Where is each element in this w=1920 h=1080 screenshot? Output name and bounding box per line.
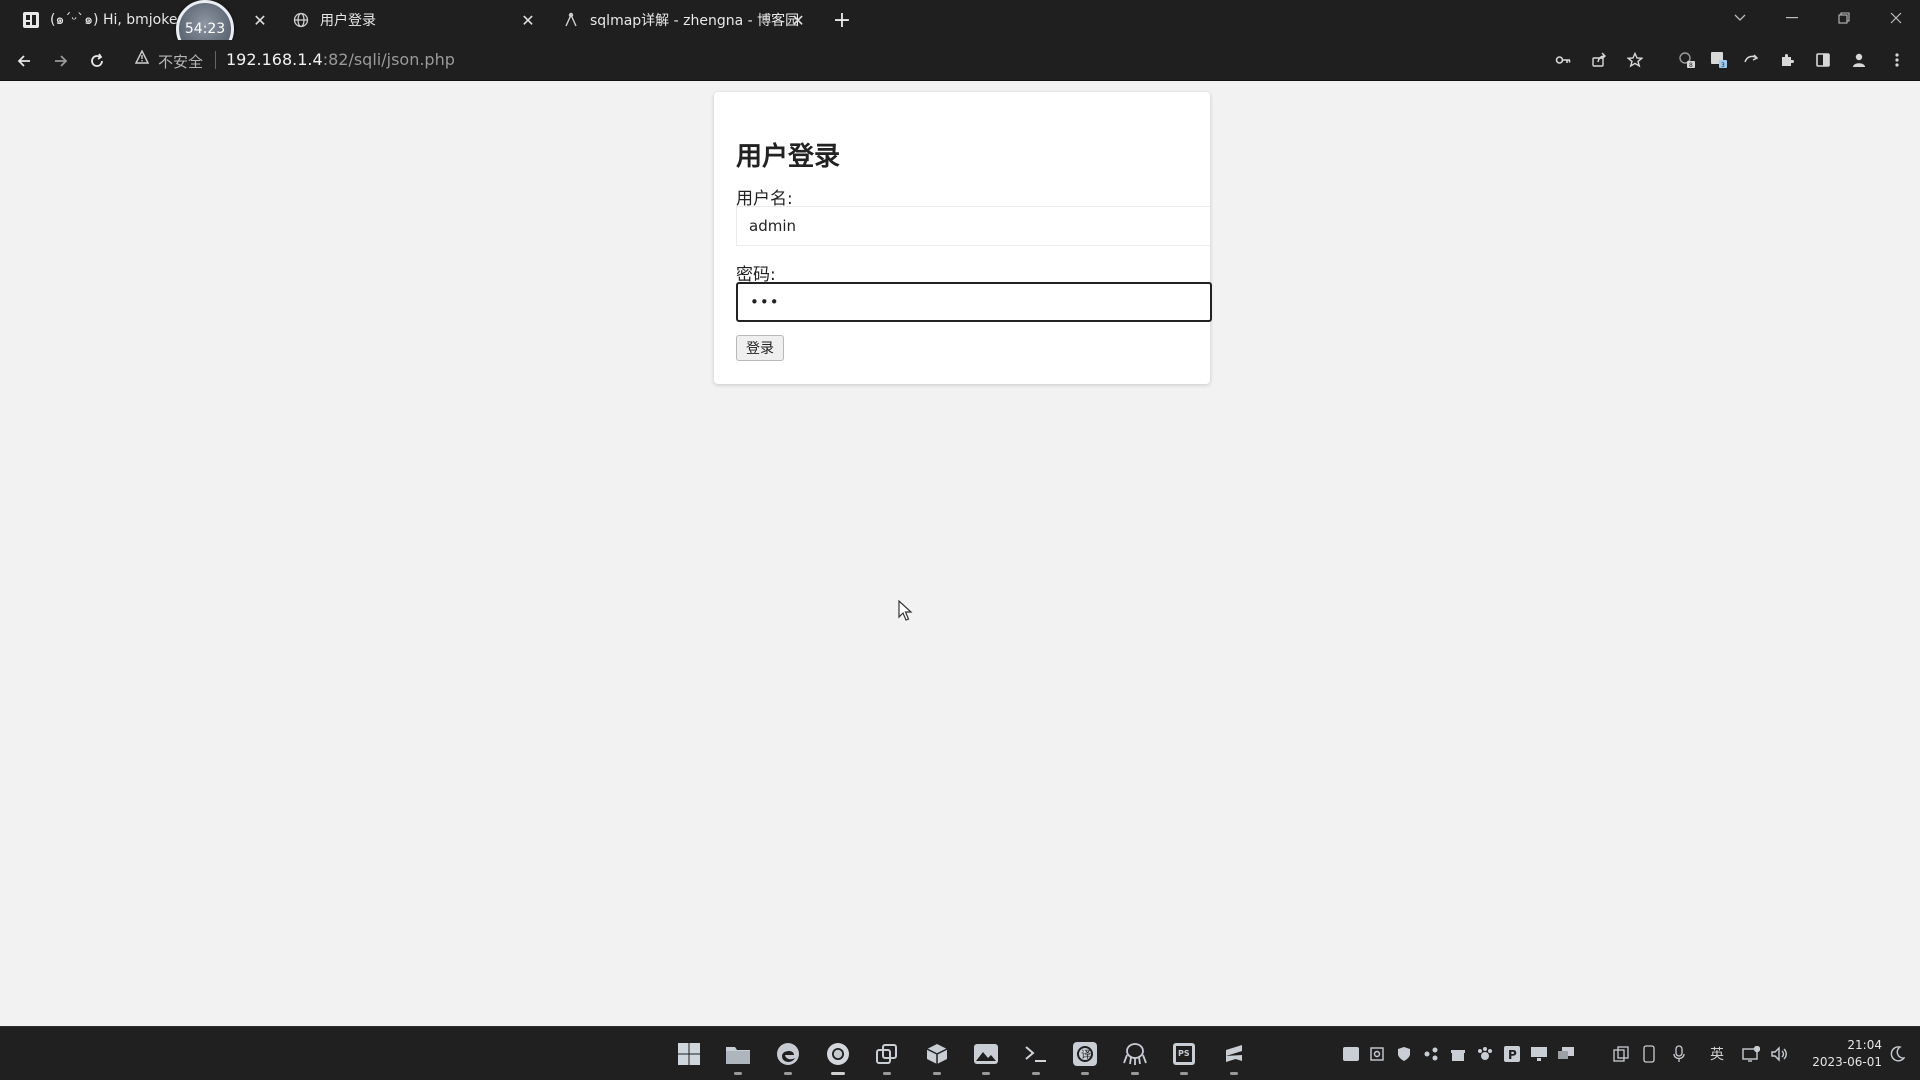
tab-sqlmap-article[interactable]: sqlmap详解 - zhengna - 博客园 ✕	[562, 0, 808, 40]
running-indicator	[1131, 1072, 1139, 1075]
address-bar[interactable]: 192.168.1.4:82/sqli/json.php	[226, 50, 455, 69]
browser-tab-strip: (๑´ᵕ`๑) Hi, bmjoker ✕ 54:23 用户登录 ✕ sqlma…	[0, 0, 1920, 58]
package-icon[interactable]	[922, 1039, 952, 1075]
tab-title: 用户登录	[320, 13, 376, 29]
tab-title: (๑´ᵕ`๑) Hi, bmjoker	[50, 12, 184, 28]
running-indicator	[1032, 1072, 1040, 1075]
reload-icon[interactable]	[84, 48, 110, 74]
login-card: 用户登录 用户名: 密码: 登录	[714, 92, 1212, 384]
svg-text:P: P	[1508, 1048, 1517, 1062]
tab-close-icon[interactable]: ✕	[518, 10, 538, 30]
new-tab-button[interactable]: +	[830, 8, 854, 33]
system-clock[interactable]: 21:04 2023-06-01	[1800, 1037, 1882, 1071]
chrome-icon[interactable]	[823, 1039, 853, 1075]
warning-icon[interactable]	[134, 49, 150, 65]
network-icon[interactable]	[1742, 1045, 1760, 1063]
bookmark-star-icon[interactable]	[1624, 49, 1646, 71]
tray-screenshot-icon[interactable]	[1368, 1045, 1386, 1063]
tray-remote-icon[interactable]	[1557, 1045, 1575, 1063]
extension-translate-icon[interactable]: 3	[1708, 49, 1730, 71]
notification-moon-icon[interactable]	[1888, 1045, 1906, 1063]
virtual-machine-icon[interactable]	[872, 1039, 902, 1075]
tray-phone-icon[interactable]	[1640, 1045, 1658, 1063]
running-indicator	[982, 1072, 990, 1075]
extensions-puzzle-icon[interactable]	[1776, 49, 1798, 71]
tray-photos-icon[interactable]	[1342, 1045, 1360, 1063]
share-icon[interactable]	[1588, 49, 1610, 71]
svg-text:译: 译	[1081, 1049, 1091, 1061]
microphone-icon[interactable]	[1670, 1045, 1688, 1063]
tab-user-login[interactable]: 用户登录 ✕	[292, 0, 538, 40]
extension-sync-icon[interactable]	[1740, 49, 1762, 71]
not-secure-label[interactable]: 不安全	[158, 51, 203, 72]
running-indicator	[883, 1072, 891, 1075]
tray-copy-icon[interactable]	[1612, 1045, 1630, 1063]
profile-icon[interactable]	[1848, 49, 1870, 71]
browser-toolbar: 不安全 192.168.1.4:82/sqli/json.php 8 3	[0, 40, 1920, 81]
browser-menu-icon[interactable]	[1886, 49, 1908, 71]
tab-close-icon[interactable]: ✕	[788, 10, 808, 30]
tab-search-icon[interactable]	[1726, 6, 1754, 30]
minimize-icon[interactable]	[1778, 6, 1806, 30]
back-icon[interactable]	[11, 48, 37, 74]
svg-text:8: 8	[1689, 62, 1693, 69]
tray-monitor-icon[interactable]	[1530, 1045, 1548, 1063]
tray-shield-icon[interactable]	[1395, 1045, 1413, 1063]
running-indicator	[1180, 1072, 1188, 1075]
tab-title: sqlmap详解 - zhengna - 博客园	[590, 13, 800, 29]
password-input[interactable]	[736, 282, 1212, 322]
start-icon[interactable]	[674, 1039, 704, 1069]
cnblogs-icon	[562, 11, 580, 29]
running-indicator	[1081, 1072, 1089, 1075]
running-indicator	[734, 1072, 742, 1075]
extension-hackbar-icon[interactable]: 8	[1676, 49, 1698, 71]
url-host: 192.168.1.4	[226, 50, 323, 69]
address-divider	[215, 51, 216, 69]
terminal-icon[interactable]	[1021, 1039, 1051, 1075]
volume-icon[interactable]	[1770, 1045, 1788, 1063]
key-icon[interactable]	[1552, 49, 1574, 71]
username-input[interactable]	[736, 206, 1210, 246]
tab-close-icon[interactable]: ✕	[250, 10, 270, 30]
running-indicator	[933, 1072, 941, 1075]
windows-taskbar: 译 PS P 英 21:04 2023-06-01	[0, 1026, 1920, 1080]
file-explorer-icon[interactable]	[723, 1039, 753, 1075]
page-title: 用户登录	[736, 142, 841, 172]
mouse-cursor-icon	[898, 599, 914, 622]
ime-indicator[interactable]: 英	[1708, 1045, 1726, 1063]
login-button[interactable]: 登录	[736, 335, 784, 361]
tray-gift-icon[interactable]	[1449, 1045, 1467, 1063]
running-indicator	[784, 1072, 792, 1075]
tray-p-icon[interactable]: P	[1503, 1045, 1521, 1063]
close-window-icon[interactable]	[1882, 6, 1910, 30]
globe-icon	[292, 11, 310, 29]
tray-paw-icon[interactable]	[1476, 1045, 1494, 1063]
photos-icon[interactable]	[971, 1039, 1001, 1075]
svg-text:3: 3	[1721, 62, 1725, 69]
tray-share-icon[interactable]	[1422, 1045, 1440, 1063]
running-indicator	[831, 1072, 845, 1075]
phpstorm-icon[interactable]: PS	[1169, 1039, 1199, 1075]
octopus-icon[interactable]	[1120, 1039, 1150, 1075]
side-panel-icon[interactable]	[1812, 49, 1834, 71]
url-path: :82/sqli/json.php	[322, 50, 455, 69]
clock-time: 21:04	[1847, 1038, 1882, 1052]
running-indicator	[1230, 1072, 1238, 1075]
edge-icon[interactable]	[773, 1039, 803, 1075]
svg-text:PS: PS	[1178, 1049, 1190, 1058]
forward-icon[interactable]	[48, 48, 74, 74]
translator-icon[interactable]: 译	[1070, 1039, 1100, 1075]
bmjoker-favicon-icon	[22, 11, 40, 29]
restore-icon[interactable]	[1830, 6, 1858, 30]
sublime-icon[interactable]	[1219, 1039, 1249, 1075]
clock-date: 2023-06-01	[1812, 1055, 1882, 1069]
